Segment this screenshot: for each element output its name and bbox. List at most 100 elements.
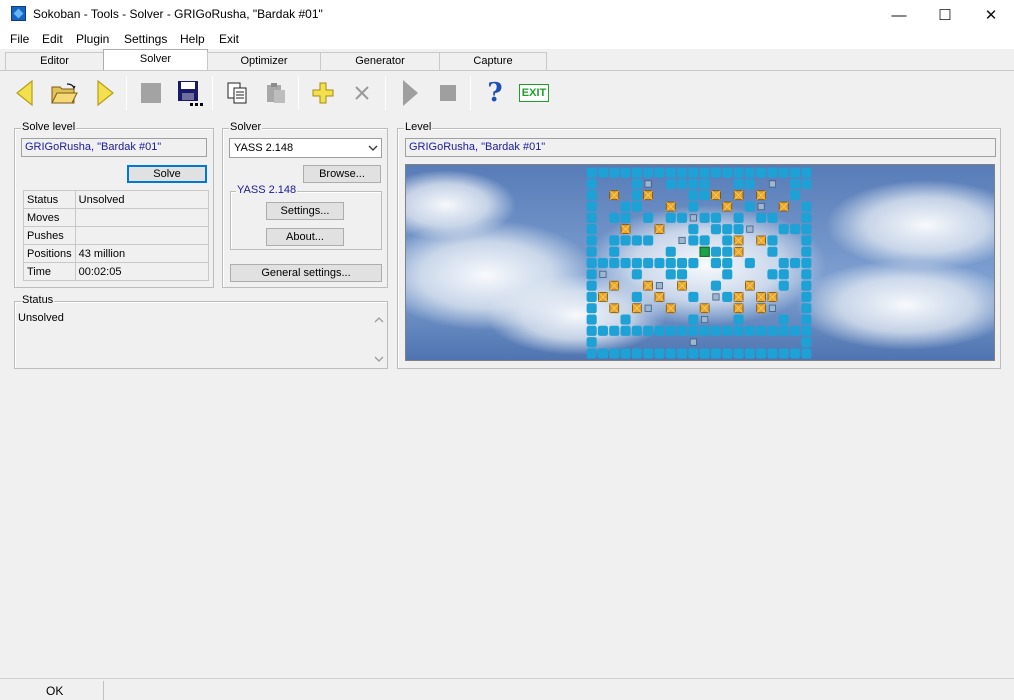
wall-tile <box>710 212 721 223</box>
status-text-area[interactable]: Unsolved <box>16 310 372 366</box>
general-settings-button[interactable]: General settings... <box>230 264 382 282</box>
table-row: Status Unsolved <box>23 190 210 209</box>
wall-tile <box>778 167 789 178</box>
stop-icon[interactable] <box>433 78 463 108</box>
wall-tile <box>677 258 688 269</box>
level-board[interactable] <box>405 164 995 361</box>
wall-tile <box>586 167 597 178</box>
wall-tile <box>586 280 597 291</box>
previous-arrow-icon[interactable] <box>10 78 40 108</box>
save-disk-icon[interactable] <box>175 78 205 108</box>
tab-editor[interactable]: Editor <box>5 52 104 70</box>
wall-tile <box>756 325 767 336</box>
wall-tile <box>643 258 654 269</box>
wall-tile <box>790 325 801 336</box>
wall-tile <box>733 167 744 178</box>
solve-level-group: Solve level GRIGoRusha, "Bardak #01" Sol… <box>14 121 214 288</box>
wall-tile <box>767 325 778 336</box>
wall-tile <box>688 235 699 246</box>
wall-tile <box>801 348 812 359</box>
minimize-button[interactable]: — <box>876 0 922 30</box>
wall-tile <box>733 178 744 189</box>
stat-label: Time <box>23 262 76 281</box>
tab-divider <box>0 70 1014 71</box>
help-icon[interactable]: ? <box>480 78 510 108</box>
wall-tile <box>699 325 710 336</box>
wall-tile <box>654 258 665 269</box>
solve-level-legend: Solve level <box>21 121 77 133</box>
scroll-down-icon[interactable] <box>374 355 384 363</box>
copy-icon[interactable] <box>222 78 252 108</box>
stat-label: Status <box>23 190 76 209</box>
delete-x-icon[interactable] <box>347 78 377 108</box>
wall-tile <box>586 190 597 201</box>
wall-tile <box>778 269 789 280</box>
menu-help[interactable]: Help <box>180 32 205 46</box>
tab-solver[interactable]: Solver <box>103 49 208 71</box>
settings-button[interactable]: Settings... <box>266 202 344 220</box>
scroll-up-icon[interactable] <box>374 316 384 324</box>
wall-tile <box>586 212 597 223</box>
menu-exit[interactable]: Exit <box>219 32 239 46</box>
open-folder-icon[interactable] <box>49 78 79 108</box>
status-scrollbar[interactable] <box>372 310 386 367</box>
wall-tile <box>699 348 710 359</box>
wall-tile <box>710 258 721 269</box>
next-arrow-icon[interactable] <box>90 78 120 108</box>
tab-generator[interactable]: Generator <box>320 52 440 70</box>
level-name-field: GRIGoRusha, "Bardak #01" <box>405 138 996 157</box>
goal-tile <box>689 214 697 222</box>
wall-tile <box>688 291 699 302</box>
wall-tile <box>801 224 812 235</box>
wall-tile <box>586 303 597 314</box>
menu-file[interactable]: File <box>10 32 29 46</box>
wall-tile <box>677 325 688 336</box>
wall-tile <box>677 269 688 280</box>
maximize-button[interactable]: ☐ <box>922 0 968 30</box>
tab-capture[interactable]: Capture <box>439 52 547 70</box>
menu-edit[interactable]: Edit <box>42 32 63 46</box>
wall-tile <box>801 337 812 348</box>
tab-optimizer[interactable]: Optimizer <box>207 52 321 70</box>
wall-tile <box>801 303 812 314</box>
stat-value <box>74 226 210 245</box>
stop-square-icon[interactable] <box>136 78 166 108</box>
play-icon[interactable] <box>395 78 425 108</box>
toolbar-separator <box>126 76 127 110</box>
wall-tile <box>733 325 744 336</box>
wall-tile <box>744 325 755 336</box>
add-plus-icon[interactable] <box>308 78 338 108</box>
wall-tile <box>586 258 597 269</box>
wall-tile <box>586 224 597 235</box>
wall-tile <box>756 212 767 223</box>
wall-tile <box>733 314 744 325</box>
wall-tile <box>767 212 778 223</box>
wall-tile <box>620 167 631 178</box>
solver-select[interactable]: YASS 2.148 <box>229 138 382 158</box>
menu-settings[interactable]: Settings <box>124 32 167 46</box>
status-legend: Status <box>21 294 55 306</box>
goal-tile <box>599 270 607 278</box>
exit-icon[interactable]: EXIT <box>518 78 550 108</box>
browse-button[interactable]: Browse... <box>303 165 381 183</box>
wall-tile <box>643 348 654 359</box>
close-button[interactable]: ✕ <box>968 0 1014 30</box>
wall-tile <box>733 212 744 223</box>
toolbar-separator <box>385 76 386 110</box>
player-tile <box>699 246 710 257</box>
wall-tile <box>665 178 676 189</box>
about-button[interactable]: About... <box>266 228 344 246</box>
solve-button[interactable]: Solve <box>127 165 207 183</box>
wall-tile <box>665 246 676 257</box>
paste-icon[interactable] <box>261 78 291 108</box>
goal-tile <box>644 180 652 188</box>
wall-tile <box>665 325 676 336</box>
exit-label: EXIT <box>518 84 550 102</box>
solver-select-value: YASS 2.148 <box>234 142 294 154</box>
wall-tile <box>620 348 631 359</box>
wall-tile <box>801 280 812 291</box>
wall-tile <box>586 291 597 302</box>
status-group: Status Unsolved <box>14 294 388 369</box>
menu-plugin[interactable]: Plugin <box>76 32 109 46</box>
wall-tile <box>609 212 620 223</box>
